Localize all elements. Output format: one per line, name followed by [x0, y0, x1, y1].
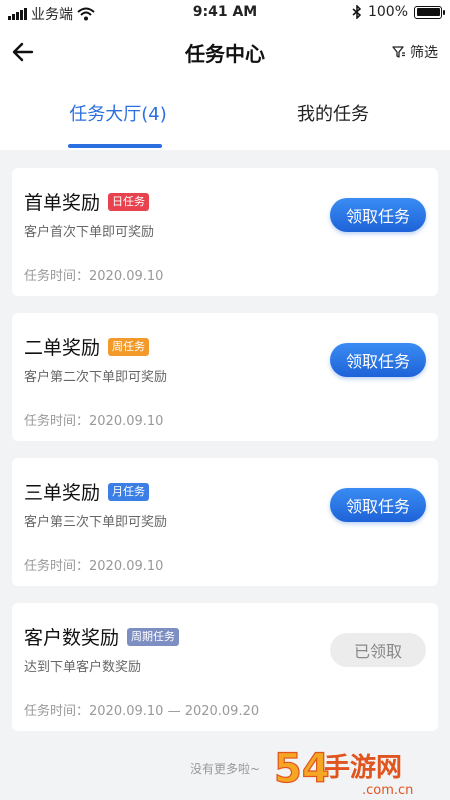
active-tab-indicator [68, 144, 162, 148]
tab-bar: 任务大厅(4) 我的任务 [0, 80, 450, 150]
nav-bar: 任务中心 筛选 [0, 26, 450, 80]
task-card-first-order: 首单奖励 日任务 客户首次下单即可奖励 任务时间：2020.09.10 领取任务 [12, 168, 438, 296]
task-description: 客户第三次下单即可奖励 [24, 515, 168, 530]
task-title-row: 三单奖励 月任务 [24, 478, 150, 505]
task-type-badge: 日任务 [108, 192, 150, 211]
claim-task-button[interactable]: 领取任务 [330, 488, 426, 522]
watermark-logo: 54 手游网 .com.cn [273, 745, 413, 798]
battery-icon [414, 5, 445, 19]
task-title: 二单奖励 [24, 337, 101, 359]
status-bar: 业务端 9:41 AM 100% [0, 0, 450, 26]
task-title: 客户数奖励 [24, 627, 120, 649]
task-time: 任务时间：2020.09.10 — 2020.09.20 [24, 704, 260, 719]
task-description: 达到下单客户数奖励 [24, 660, 142, 675]
svg-text:手游网: 手游网 [324, 753, 402, 783]
filter-button[interactable]: 筛选 [392, 42, 438, 62]
task-title: 首单奖励 [24, 192, 101, 214]
task-title: 三单奖励 [24, 482, 101, 504]
claimed-button[interactable]: 已领取 [330, 633, 426, 667]
task-type-badge: 周任务 [108, 337, 150, 356]
task-title-row: 客户数奖励 周期任务 [24, 623, 180, 650]
task-title-row: 首单奖励 日任务 [24, 188, 150, 215]
task-card-second-order: 二单奖励 周任务 客户第二次下单即可奖励 任务时间：2020.09.10 领取任… [12, 313, 438, 441]
filter-icon [392, 46, 405, 58]
svg-text:54: 54 [274, 746, 330, 792]
task-time: 任务时间：2020.09.10 [24, 269, 164, 284]
tab-task-hall[interactable]: 任务大厅(4) [53, 100, 183, 126]
task-type-badge: 周期任务 [127, 627, 180, 646]
task-time: 任务时间：2020.09.10 [24, 559, 164, 574]
claim-task-button[interactable]: 领取任务 [330, 198, 426, 232]
task-title-row: 二单奖励 周任务 [24, 333, 150, 360]
filter-label: 筛选 [410, 45, 438, 61]
task-time: 任务时间：2020.09.10 [24, 414, 164, 429]
status-right: 100% [352, 4, 445, 20]
task-description: 客户首次下单即可奖励 [24, 225, 155, 240]
task-type-badge: 月任务 [108, 482, 150, 501]
tab-my-tasks[interactable]: 我的任务 [268, 100, 398, 126]
battery-percent: 100% [367, 4, 408, 20]
task-card-third-order: 三单奖励 月任务 客户第三次下单即可奖励 任务时间：2020.09.10 领取任… [12, 458, 438, 586]
bluetooth-icon [352, 5, 362, 19]
svg-text:.com.cn: .com.cn [362, 783, 413, 798]
task-card-customer-count: 客户数奖励 周期任务 达到下单客户数奖励 任务时间：2020.09.10 — 2… [12, 603, 438, 731]
claim-task-button[interactable]: 领取任务 [330, 343, 426, 377]
task-description: 客户第二次下单即可奖励 [24, 370, 168, 385]
page-title: 任务中心 [185, 42, 265, 66]
